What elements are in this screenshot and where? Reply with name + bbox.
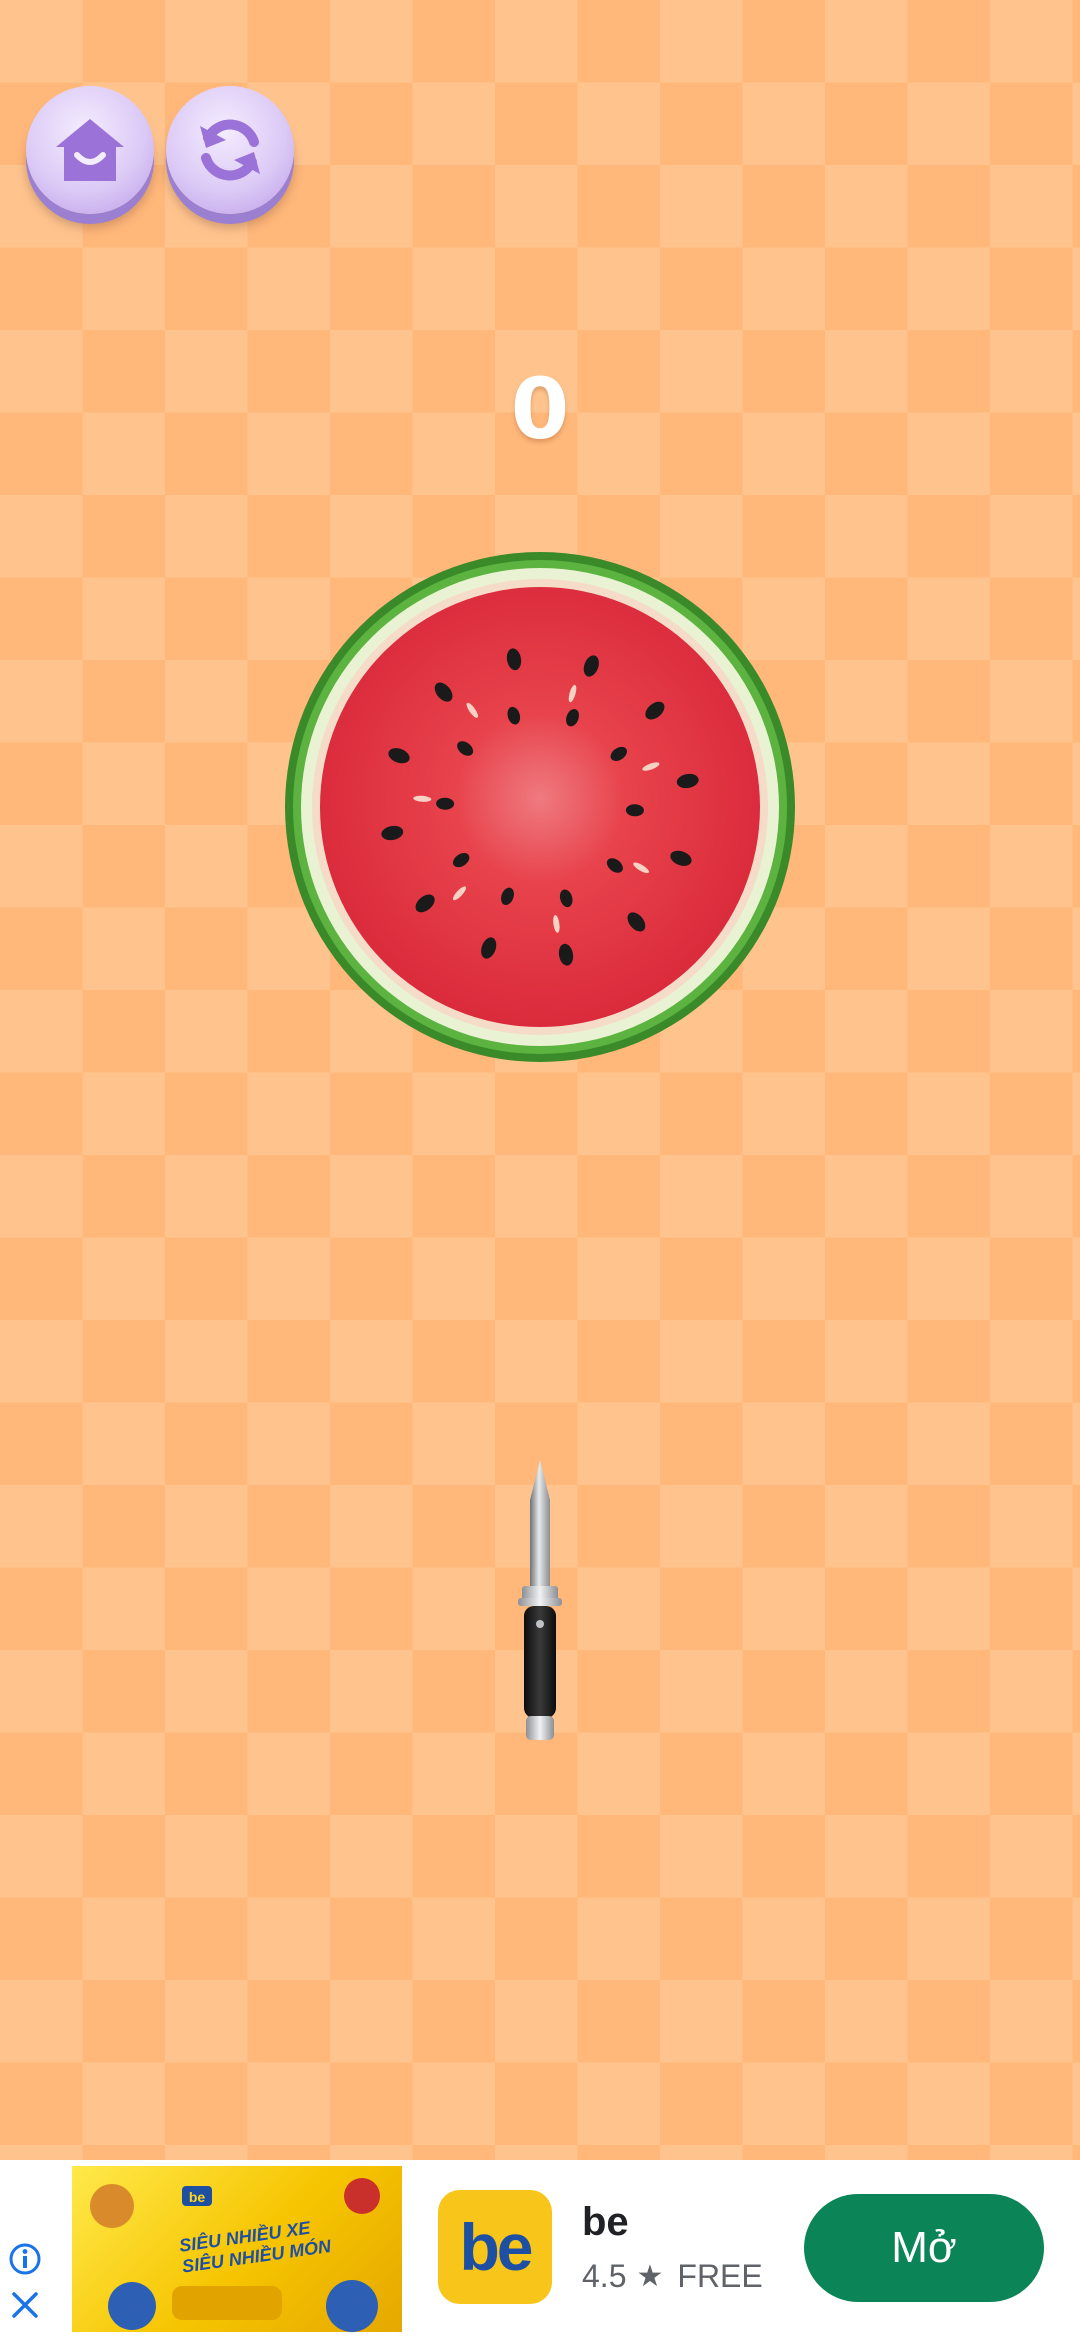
watermelon-target: [285, 552, 795, 1062]
close-icon[interactable]: [8, 2288, 42, 2322]
game-screen[interactable]: 0 be SIÊU NHIỀU XE SIÊU NHIỀU MÓN be be …: [0, 0, 1080, 2340]
ad-logo-text: be: [459, 2210, 533, 2284]
home-button[interactable]: [26, 86, 154, 214]
home-icon: [56, 119, 124, 181]
ad-banner-bar: be SIÊU NHIỀU XE SIÊU NHIỀU MÓN be be 4.…: [0, 2160, 1080, 2340]
score-counter: 0: [510, 360, 570, 458]
ad-open-button[interactable]: Mở: [804, 2194, 1044, 2302]
star-icon: ★: [636, 2260, 664, 2293]
knife-projectile: [518, 1460, 562, 1740]
ad-app-logo[interactable]: be: [438, 2190, 552, 2304]
refresh-icon: [200, 119, 260, 181]
ad-app-meta: 4.5 ★ FREE: [582, 2258, 763, 2295]
ad-price: FREE: [677, 2258, 763, 2294]
info-icon[interactable]: [8, 2242, 42, 2276]
ad-app-name[interactable]: be: [582, 2200, 629, 2245]
svg-text:be: be: [189, 2189, 206, 2205]
ad-creative-image[interactable]: be SIÊU NHIỀU XE SIÊU NHIỀU MÓN: [72, 2166, 402, 2332]
ad-rating: 4.5: [582, 2258, 627, 2294]
restart-button[interactable]: [166, 86, 294, 214]
